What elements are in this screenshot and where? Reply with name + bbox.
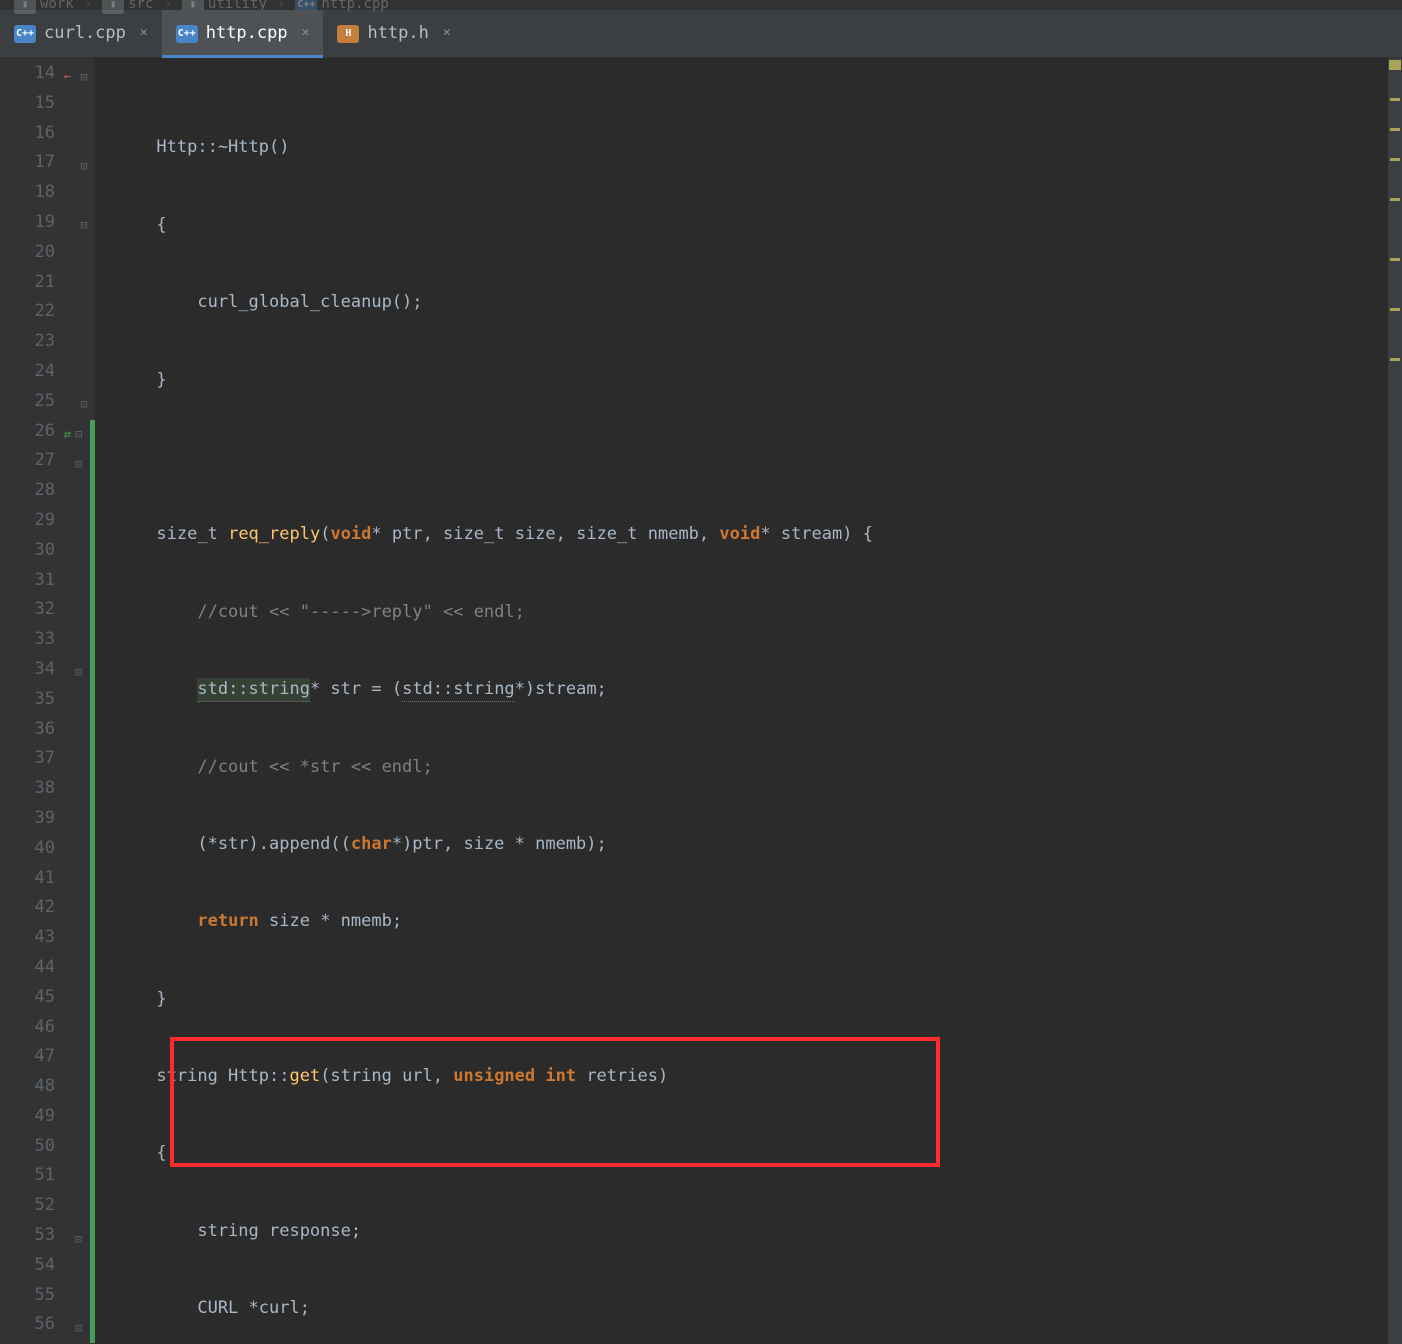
tab-http-cpp[interactable]: C++ http.cpp ✕	[162, 10, 324, 57]
line-number: 24	[0, 360, 73, 390]
close-icon[interactable]: ✕	[302, 24, 310, 42]
line-number: 38	[0, 777, 73, 807]
line-number: 31	[0, 569, 73, 599]
scrollbar-marker[interactable]	[1390, 358, 1400, 361]
line-number: 26	[0, 420, 73, 450]
fold-collapse-icon[interactable]: ⊟	[80, 217, 87, 234]
fold-expand-icon[interactable]: ⊡	[80, 396, 87, 413]
line-number: 42	[0, 896, 73, 926]
line-number: 33	[0, 628, 73, 658]
line-number: 48	[0, 1075, 73, 1105]
fold-expand-icon[interactable]: ⊡	[75, 1231, 82, 1248]
line-number-gutter: 1415161718192021222324252627282930313233…	[0, 58, 73, 1344]
line-number: 18	[0, 181, 73, 211]
fold-collapse-icon[interactable]: ⊟	[75, 456, 82, 473]
scrollbar-marker[interactable]	[1390, 128, 1400, 131]
line-number: 52	[0, 1194, 73, 1224]
tab-http-h[interactable]: H http.h ✕	[323, 10, 464, 57]
tab-label: http.h	[367, 22, 428, 46]
editor-scrollbar[interactable]	[1388, 58, 1402, 1344]
line-number: 46	[0, 1016, 73, 1046]
cpp-file-icon: C++	[14, 25, 36, 43]
code-editor[interactable]: 1415161718192021222324252627282930313233…	[0, 58, 1402, 1344]
breadcrumb: ▮work › ▮src › ▮utility › C++http.cpp	[0, 0, 1402, 10]
line-number: 44	[0, 956, 73, 986]
cpp-file-icon: C++	[176, 25, 198, 43]
line-number: 32	[0, 598, 73, 628]
line-number: 40	[0, 837, 73, 867]
fold-expand-icon[interactable]: ⊡	[80, 158, 87, 175]
line-number: 15	[0, 92, 73, 122]
line-number: 51	[0, 1164, 73, 1194]
line-number: 29	[0, 509, 73, 539]
fold-collapse-icon[interactable]: ⊟	[75, 664, 82, 681]
line-number: 50	[0, 1135, 73, 1165]
line-number: 41	[0, 867, 73, 897]
line-number: 14	[0, 62, 73, 92]
close-icon[interactable]: ✕	[443, 24, 451, 42]
line-number: 21	[0, 271, 73, 301]
fold-expand-icon[interactable]: ⊡	[75, 1320, 82, 1337]
tab-label: curl.cpp	[44, 22, 126, 46]
line-number: 39	[0, 807, 73, 837]
line-number: 55	[0, 1284, 73, 1314]
line-number: 54	[0, 1254, 73, 1284]
line-number: 37	[0, 747, 73, 777]
line-number: 34	[0, 658, 73, 688]
fold-gutter: ⊟ ⊡ ⊟ ⊡ ⊟ ⊟ ⊟ ⊡ ⊡	[73, 58, 95, 1344]
vcs-change-icon	[64, 426, 71, 443]
line-number: 17	[0, 151, 73, 181]
line-number: 20	[0, 241, 73, 271]
h-file-icon: H	[337, 25, 359, 43]
scrollbar-marker[interactable]	[1390, 308, 1400, 311]
line-number: 43	[0, 926, 73, 956]
line-number: 30	[0, 539, 73, 569]
line-number: 53	[0, 1224, 73, 1254]
scrollbar-marker[interactable]	[1390, 98, 1400, 101]
line-number: 19	[0, 211, 73, 241]
tab-label: http.cpp	[206, 22, 288, 46]
vcs-change-icon	[64, 68, 71, 85]
line-number: 35	[0, 688, 73, 718]
line-number: 49	[0, 1105, 73, 1135]
line-number: 27	[0, 449, 73, 479]
fold-collapse-icon[interactable]: ⊟	[75, 426, 82, 443]
close-icon[interactable]: ✕	[140, 24, 148, 42]
scrollbar-marker[interactable]	[1390, 158, 1400, 161]
fold-collapse-icon[interactable]: ⊟	[80, 69, 87, 86]
scrollbar-marker[interactable]	[1390, 198, 1400, 201]
line-number: 22	[0, 300, 73, 330]
line-number: 28	[0, 479, 73, 509]
line-number: 45	[0, 986, 73, 1016]
line-number: 25	[0, 390, 73, 420]
code-area[interactable]: Http::~Http() { curl_global_cleanup(); }…	[95, 58, 1402, 1344]
line-number: 56	[0, 1313, 73, 1343]
line-number: 23	[0, 330, 73, 360]
tab-curl-cpp[interactable]: C++ curl.cpp ✕	[0, 10, 162, 57]
inspection-status-icon	[1389, 60, 1401, 70]
line-number: 36	[0, 718, 73, 748]
line-number: 47	[0, 1045, 73, 1075]
scrollbar-marker[interactable]	[1390, 258, 1400, 261]
line-number: 16	[0, 122, 73, 152]
editor-tabs: C++ curl.cpp ✕ C++ http.cpp ✕ H http.h ✕	[0, 10, 1402, 58]
